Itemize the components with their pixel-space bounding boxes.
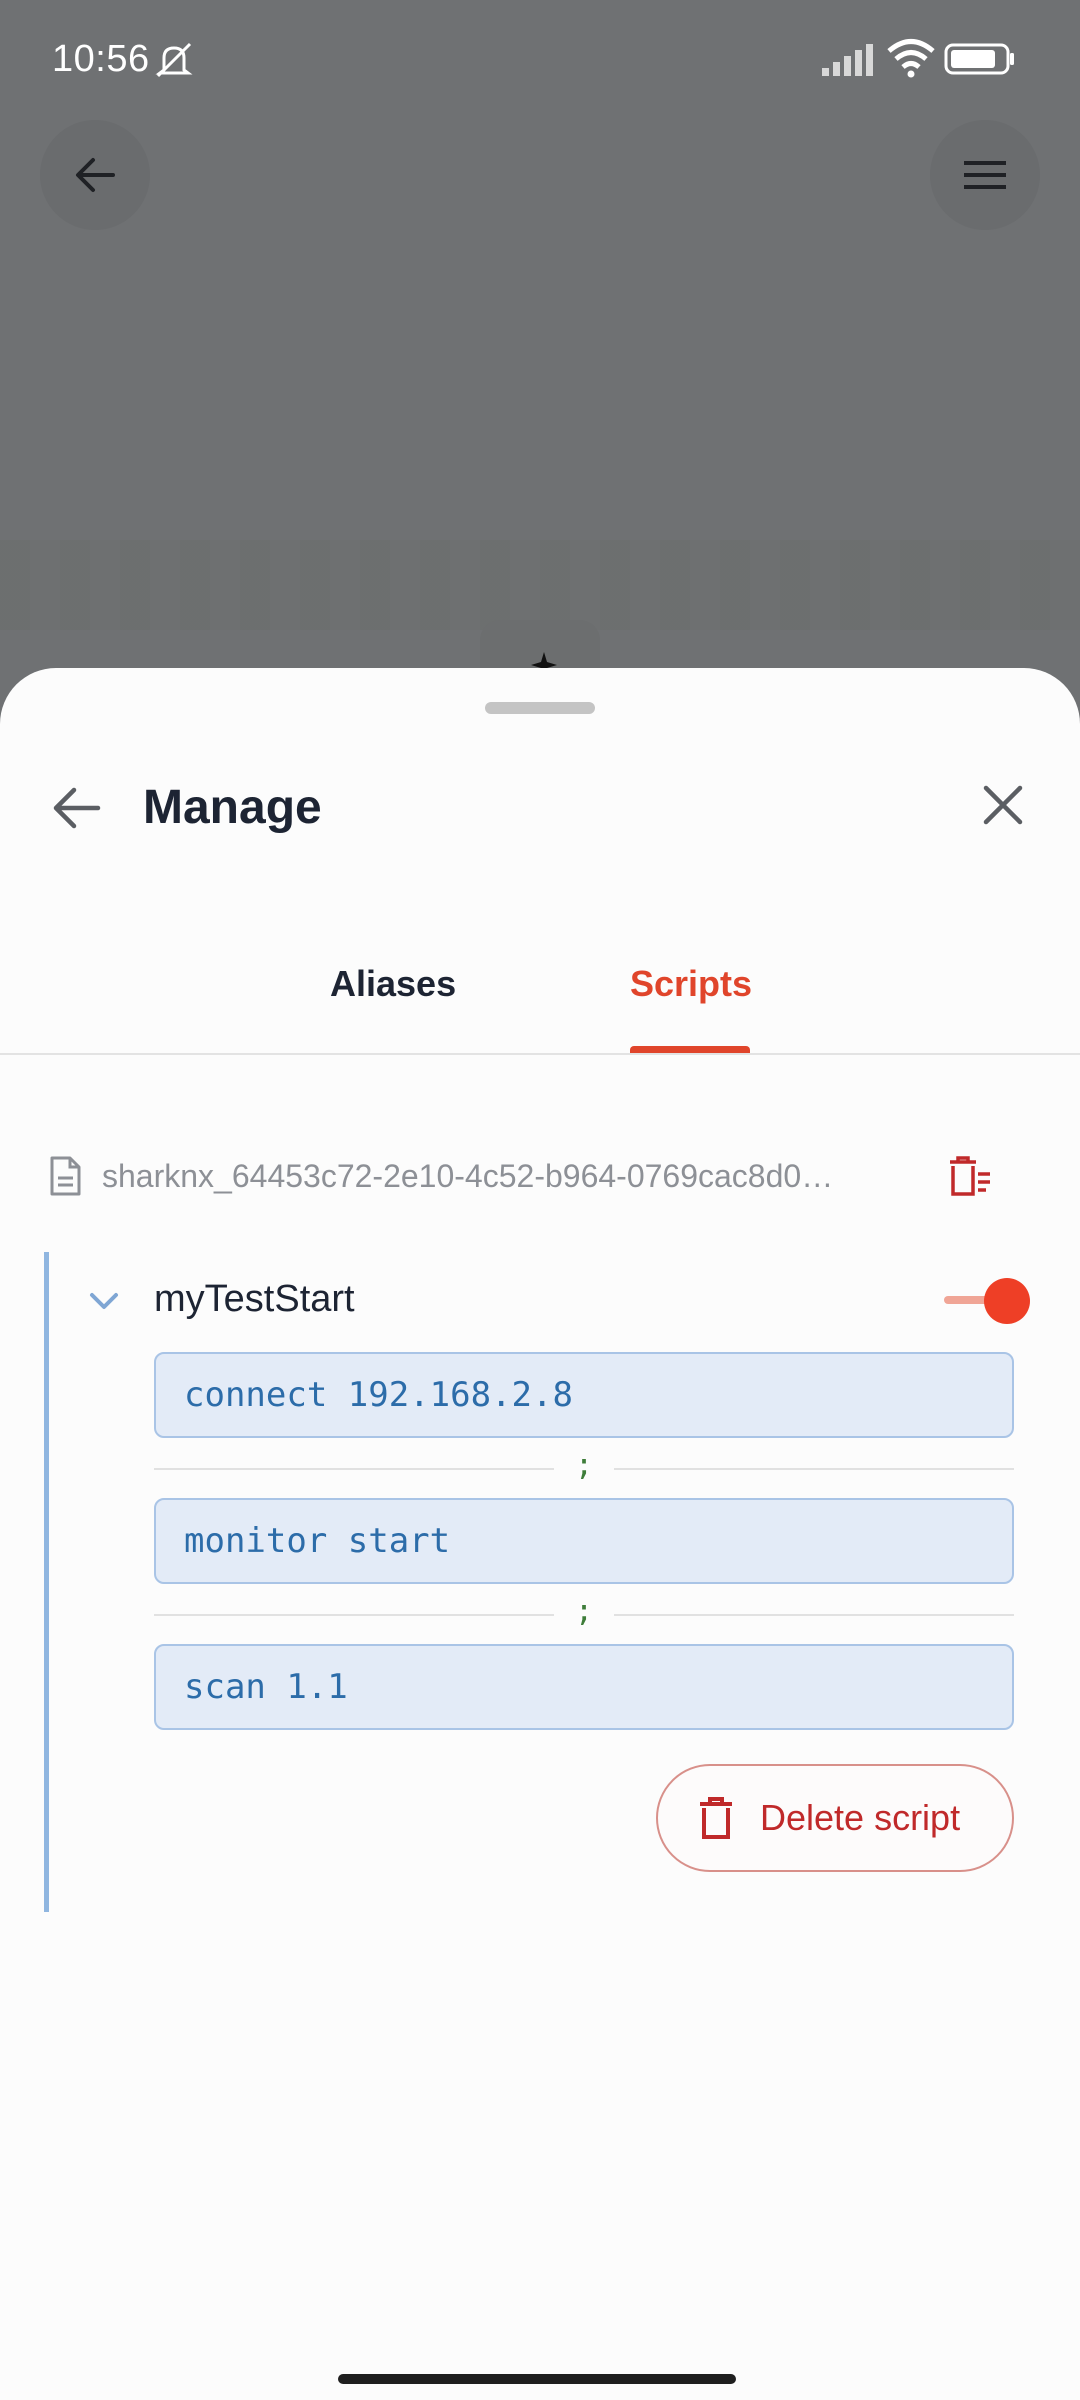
script-enabled-toggle[interactable] xyxy=(940,1276,1034,1326)
wifi-icon xyxy=(887,39,935,78)
battery-icon xyxy=(944,43,1014,75)
script-file-name: sharknx_64453c72-2e10-4c52-b964-0769cac8… xyxy=(102,1158,834,1194)
document-icon xyxy=(50,1156,81,1196)
status-bar: 10:56 xyxy=(0,0,1080,120)
separator-char: ; xyxy=(574,1448,594,1483)
signal-icon xyxy=(822,44,873,76)
delete-script-label: Delete script xyxy=(760,1797,961,1838)
arrow-left-icon xyxy=(76,158,115,192)
trash-icon xyxy=(700,1797,732,1839)
command-field[interactable]: connect 192.168.2.8 xyxy=(154,1352,1014,1438)
background-back-button xyxy=(40,120,150,230)
command-separator: ; xyxy=(154,1448,1014,1488)
sheet-title: Manage xyxy=(143,781,322,834)
command-field[interactable]: scan 1.1 xyxy=(154,1644,1014,1730)
delete-list-icon[interactable] xyxy=(946,1154,992,1198)
command-field[interactable]: monitor start xyxy=(154,1498,1014,1584)
tab-aliases[interactable]: Aliases xyxy=(330,963,456,1005)
chevron-down-icon[interactable] xyxy=(86,1286,122,1316)
background-menu-button xyxy=(930,120,1040,230)
background-content xyxy=(0,540,1080,630)
tab-scripts[interactable]: Scripts xyxy=(630,963,752,1005)
status-time: 10:56 xyxy=(52,38,150,80)
toggle-thumb xyxy=(984,1278,1030,1324)
script-name: myTestStart xyxy=(154,1278,355,1320)
bell-muted-icon xyxy=(155,42,193,78)
close-icon[interactable] xyxy=(972,774,1034,836)
home-indicator xyxy=(338,2374,736,2384)
separator-char: ; xyxy=(574,1594,594,1629)
drag-handle[interactable] xyxy=(485,702,595,714)
command-separator: ; xyxy=(154,1594,1014,1634)
manage-bottom-sheet: Manage Aliases Scripts sharknx_64453c72-… xyxy=(0,668,1080,2400)
script-group-bar xyxy=(44,1252,49,1912)
tab-divider xyxy=(0,1053,1080,1055)
hamburger-menu-icon xyxy=(964,161,1006,189)
delete-script-button[interactable]: Delete script xyxy=(656,1764,1014,1872)
arrow-left-icon[interactable] xyxy=(46,778,106,838)
